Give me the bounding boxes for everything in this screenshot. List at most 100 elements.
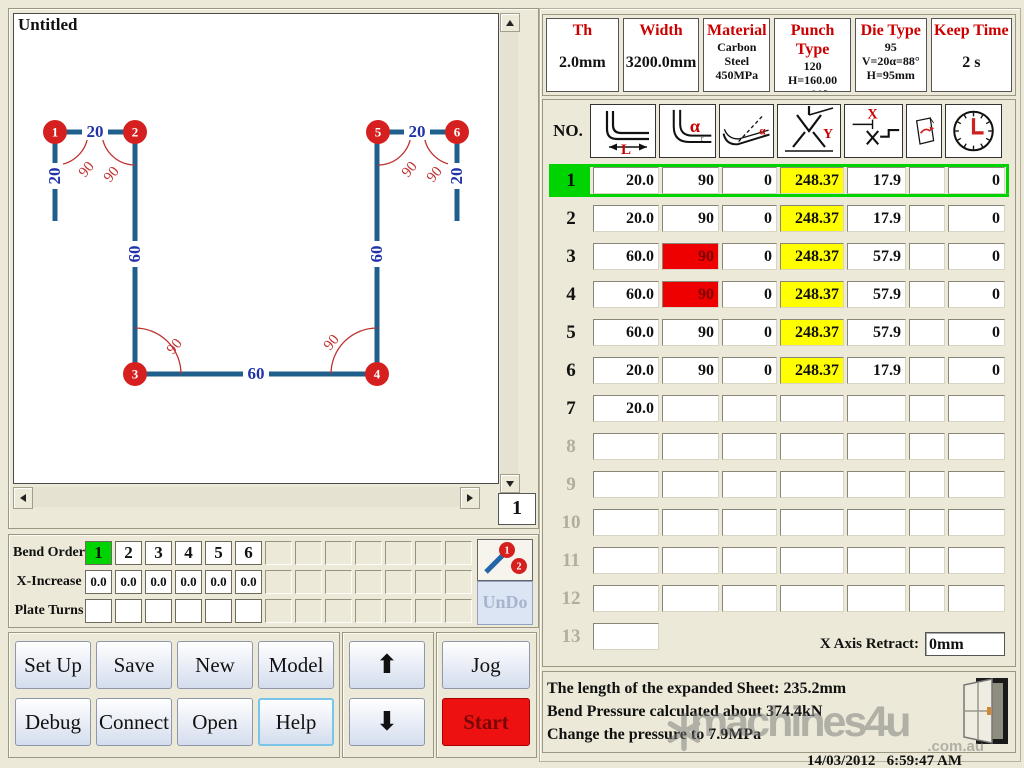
table-cell[interactable] [847, 471, 906, 498]
table-cell[interactable]: 0 [948, 319, 1005, 346]
table-cell[interactable] [662, 471, 719, 498]
table-cell[interactable]: 0 [722, 167, 777, 194]
table-cell[interactable] [909, 167, 945, 194]
table-cell[interactable] [780, 509, 844, 536]
x-increase-cell[interactable]: 0.0 [85, 570, 112, 594]
x-axis-retract-input[interactable]: 0mm [925, 632, 1005, 656]
table-cell[interactable]: 60.0 [593, 281, 659, 308]
help-button[interactable]: Help [258, 698, 334, 746]
open-button[interactable]: Open [177, 698, 253, 746]
table-cell[interactable] [948, 547, 1005, 574]
table-cell[interactable]: 17.9 [847, 205, 906, 232]
table-cell[interactable] [593, 509, 659, 536]
table-cell[interactable]: 90 [662, 243, 719, 270]
table-cell[interactable]: 0 [948, 357, 1005, 384]
start-button[interactable]: Start [442, 698, 530, 746]
plate-turns-cell[interactable] [205, 599, 232, 623]
table-cell[interactable] [948, 395, 1005, 422]
table-cell[interactable] [909, 205, 945, 232]
table-cell[interactable] [909, 547, 945, 574]
table-cell[interactable]: 20.0 [593, 395, 659, 422]
exit-button[interactable] [958, 676, 1010, 748]
table-cell[interactable]: 248.37 [780, 167, 844, 194]
row-number[interactable]: 4 [552, 284, 590, 306]
table-cell[interactable] [662, 433, 719, 460]
table-cell[interactable] [948, 433, 1005, 460]
bend-order-cell[interactable]: 6 [235, 541, 262, 565]
table-cell[interactable]: 90 [662, 167, 719, 194]
table-cell[interactable] [593, 623, 659, 650]
row-number[interactable]: 3 [552, 246, 590, 268]
plate-turns-cell[interactable] [175, 599, 202, 623]
debug-button[interactable]: Debug [15, 698, 91, 746]
table-cell[interactable] [780, 433, 844, 460]
table-cell[interactable] [948, 585, 1005, 612]
param-material[interactable]: MaterialCarbon Steel450MPa [703, 18, 770, 92]
param-die-type[interactable]: Die Type95V=20α=88°H=95mm [855, 18, 927, 92]
table-cell[interactable] [909, 585, 945, 612]
bend-order-cell[interactable]: 4 [175, 541, 202, 565]
x-increase-cell[interactable]: 0.0 [145, 570, 172, 594]
table-cell[interactable]: 90 [662, 319, 719, 346]
table-cell[interactable] [662, 509, 719, 536]
param-width[interactable]: Width3200.0mm [623, 18, 700, 92]
table-cell[interactable] [722, 585, 777, 612]
table-cell[interactable] [909, 357, 945, 384]
table-cell[interactable]: 248.37 [780, 357, 844, 384]
param-punch-type[interactable]: Punch Type120H=160.00α=90° [774, 18, 851, 92]
x-increase-cell[interactable]: 0.0 [205, 570, 232, 594]
table-cell[interactable] [662, 547, 719, 574]
table-cell[interactable]: 57.9 [847, 319, 906, 346]
plate-turns-cell[interactable] [85, 599, 112, 623]
table-cell[interactable] [722, 395, 777, 422]
row-number[interactable]: 6 [552, 360, 590, 382]
table-cell[interactable]: 248.37 [780, 205, 844, 232]
row-number[interactable]: 10 [552, 512, 590, 534]
table-cell[interactable] [593, 585, 659, 612]
table-cell[interactable] [780, 585, 844, 612]
table-cell[interactable] [847, 547, 906, 574]
plate-turns-cell[interactable] [115, 599, 142, 623]
table-cell[interactable] [847, 433, 906, 460]
x-increase-cell[interactable]: 0.0 [175, 570, 202, 594]
table-cell[interactable]: 20.0 [593, 167, 659, 194]
table-cell[interactable]: 248.37 [780, 243, 844, 270]
table-cell[interactable] [780, 471, 844, 498]
table-cell[interactable]: 0 [948, 243, 1005, 270]
table-cell[interactable]: 0 [948, 205, 1005, 232]
table-cell[interactable] [909, 509, 945, 536]
table-cell[interactable]: 57.9 [847, 281, 906, 308]
plate-turns-cell[interactable] [235, 599, 262, 623]
table-cell[interactable]: 57.9 [847, 243, 906, 270]
param-th[interactable]: Th2.0mm [546, 18, 619, 92]
jog-button[interactable]: Jog [442, 641, 530, 689]
bend-order-cell[interactable]: 2 [115, 541, 142, 565]
row-number[interactable]: 12 [552, 588, 590, 610]
new-button[interactable]: New [177, 641, 253, 689]
param-keep-time[interactable]: Keep Time2 s [931, 18, 1012, 92]
horizontal-scroll-track[interactable] [33, 487, 460, 507]
table-cell[interactable] [948, 509, 1005, 536]
setup-button[interactable]: Set Up [15, 641, 91, 689]
move-up-button[interactable]: ⬆ [349, 641, 425, 689]
table-cell[interactable] [909, 471, 945, 498]
table-cell[interactable] [662, 585, 719, 612]
table-cell[interactable]: 60.0 [593, 319, 659, 346]
table-cell[interactable] [909, 243, 945, 270]
table-cell[interactable]: 90 [662, 281, 719, 308]
x-increase-cell[interactable]: 0.0 [115, 570, 142, 594]
table-cell[interactable]: 0 [722, 281, 777, 308]
bend-order-cell[interactable]: 1 [85, 541, 112, 565]
bend-order-cell[interactable]: 5 [205, 541, 232, 565]
table-cell[interactable]: 17.9 [847, 167, 906, 194]
table-cell[interactable] [909, 395, 945, 422]
row-number[interactable]: 8 [552, 436, 590, 458]
table-cell[interactable] [593, 547, 659, 574]
table-cell[interactable]: 248.37 [780, 281, 844, 308]
table-cell[interactable] [722, 547, 777, 574]
table-cell[interactable] [722, 471, 777, 498]
table-cell[interactable]: 60.0 [593, 243, 659, 270]
bend-order-icon-button[interactable]: 1 2 [477, 539, 533, 581]
scroll-left-button[interactable] [13, 487, 33, 509]
table-cell[interactable] [593, 433, 659, 460]
